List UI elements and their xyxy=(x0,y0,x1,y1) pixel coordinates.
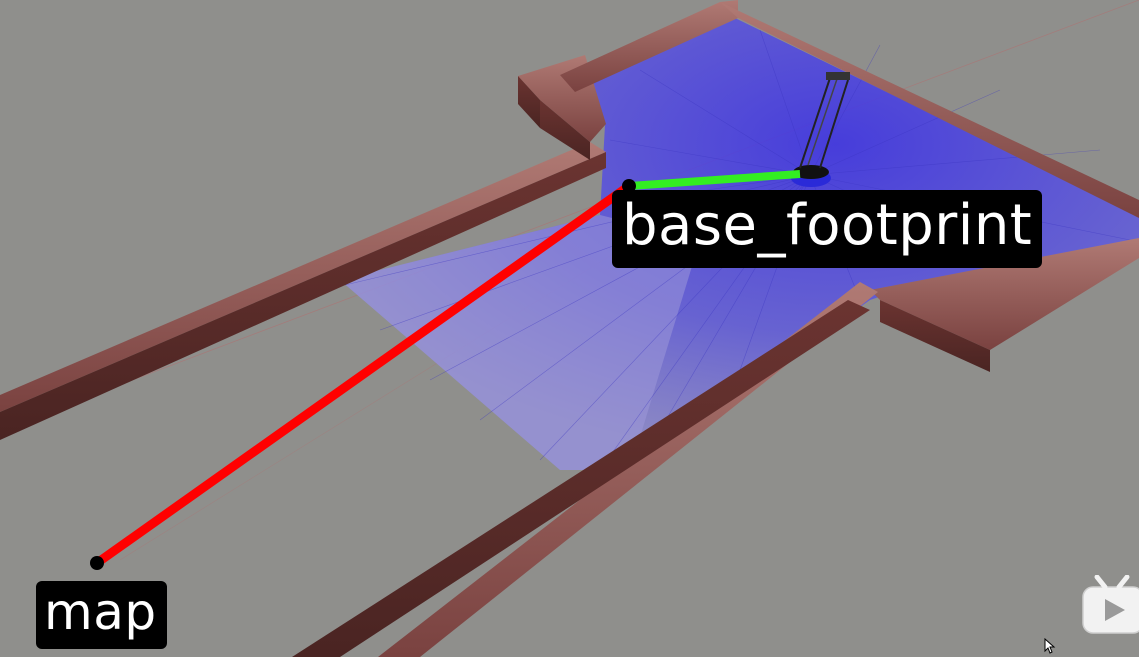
base-footprint-frame-label: base_footprint xyxy=(612,190,1043,268)
mouse-pointer-icon xyxy=(1044,638,1056,654)
map-origin-dot xyxy=(90,556,104,570)
video-player-logo-icon[interactable] xyxy=(1079,575,1139,635)
rviz-3d-view[interactable] xyxy=(0,0,1139,657)
map-frame-label: map xyxy=(36,581,167,649)
